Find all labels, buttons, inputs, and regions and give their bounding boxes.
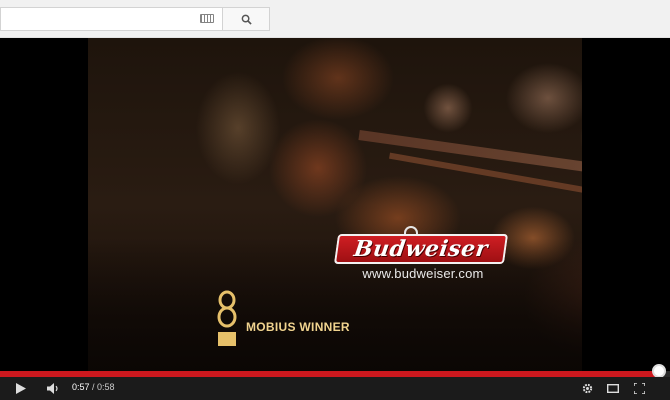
time-display: 0:57 / 0:58: [72, 382, 115, 392]
budweiser-logo: Budweiser: [333, 234, 509, 264]
search-input[interactable]: [0, 7, 222, 31]
video-frame[interactable]: Budweiser www.budweiser.com MOBIUS WINNE…: [88, 38, 582, 371]
duration: 0:58: [97, 382, 115, 392]
theater-mode-button[interactable]: [604, 380, 622, 397]
time-separator: /: [89, 382, 98, 392]
scrubber-handle[interactable]: [651, 364, 666, 378]
play-icon: [16, 383, 26, 394]
fullscreen-button[interactable]: [630, 380, 648, 397]
player-controls: 0:57 / 0:58: [0, 377, 670, 400]
video-player[interactable]: Budweiser www.budweiser.com MOBIUS WINNE…: [0, 38, 670, 371]
search-icon: [241, 14, 252, 25]
fullscreen-icon: [633, 383, 645, 394]
volume-button[interactable]: [44, 380, 64, 397]
top-bar: [0, 0, 670, 38]
award-label: MOBIUS WINNER: [246, 320, 350, 334]
settings-icon: [582, 383, 592, 394]
theater-mode-icon: [607, 384, 619, 393]
play-button[interactable]: [12, 380, 30, 397]
brand-url: www.budweiser.com: [362, 266, 484, 281]
keyboard-icon[interactable]: [200, 14, 214, 23]
settings-button[interactable]: [578, 380, 596, 397]
current-time: 0:57: [72, 382, 90, 392]
mobius-award-icon: [217, 290, 237, 346]
railing: [358, 130, 582, 172]
brand-name: Budweiser: [352, 236, 490, 262]
search-button[interactable]: [222, 7, 270, 31]
volume-icon: [47, 383, 58, 394]
